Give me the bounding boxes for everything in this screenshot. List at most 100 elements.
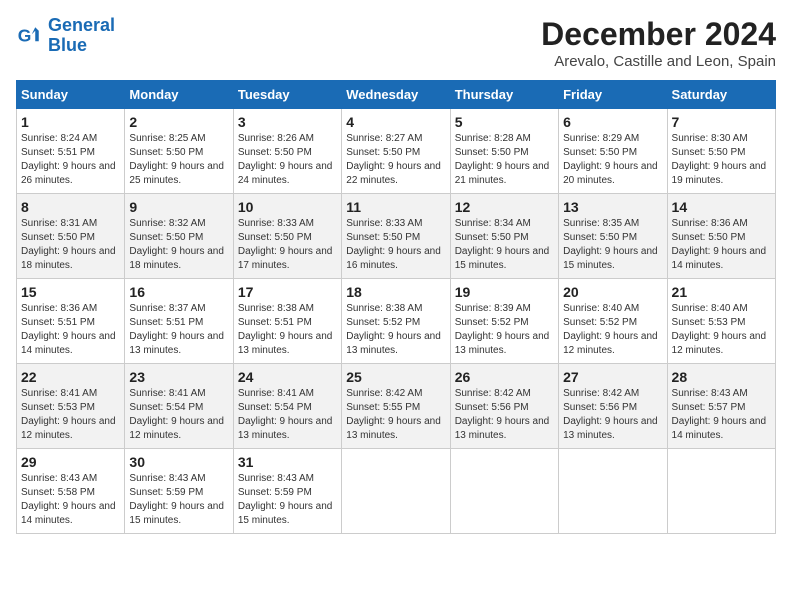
day-info: Sunrise: 8:32 AM Sunset: 5:50 PM Dayligh…	[129, 217, 228, 273]
calendar-cell: 17 Sunrise: 8:38 AM Sunset: 5:51 PM Dayli…	[233, 279, 341, 364]
day-info: Sunrise: 8:33 AM Sunset: 5:50 PM Dayligh…	[238, 217, 337, 273]
calendar-cell: 6 Sunrise: 8:29 AM Sunset: 5:50 PM Daylig…	[559, 109, 667, 194]
calendar-cell: 13Sunrise: 8:35 AM Sunset: 5:50 PM Dayli…	[559, 194, 667, 279]
day-info: Sunrise: 8:30 AM Sunset: 5:50 PM Dayligh…	[672, 132, 771, 188]
calendar-cell: 8 Sunrise: 8:31 AM Sunset: 5:50 PM Daylig…	[17, 194, 125, 279]
day-number: 4	[346, 114, 445, 130]
calendar-cell: 26 Sunrise: 8:42 AM Sunset: 5:56 PM Dayli…	[450, 364, 558, 449]
day-number: 17	[238, 284, 337, 300]
day-number: 29	[21, 454, 120, 470]
day-info: Sunrise: 8:31 AM Sunset: 5:50 PM Dayligh…	[21, 217, 120, 273]
day-info: Sunrise: 8:25 AM Sunset: 5:50 PM Dayligh…	[129, 132, 228, 188]
page-header: G General Blue December 2024 Arevalo, Ca…	[16, 16, 776, 70]
calendar-cell: 23Sunrise: 8:41 AM Sunset: 5:54 PM Dayli…	[125, 364, 233, 449]
logo-text: General Blue	[48, 16, 115, 56]
day-info: Sunrise: 8:43 AM Sunset: 5:57 PM Dayligh…	[672, 387, 771, 443]
day-number: 13	[563, 199, 662, 215]
calendar-week-row: 8 Sunrise: 8:31 AM Sunset: 5:50 PM Daylig…	[17, 194, 776, 279]
day-number: 2	[129, 114, 228, 130]
col-header-sunday: Sunday	[17, 81, 125, 109]
day-number: 27	[563, 369, 662, 385]
calendar-cell: 1Sunrise: 8:24 AM Sunset: 5:51 PM Daylig…	[17, 109, 125, 194]
calendar-cell: 18Sunrise: 8:38 AM Sunset: 5:52 PM Dayli…	[342, 279, 450, 364]
calendar-week-row: 29 Sunrise: 8:43 AM Sunset: 5:58 PM Dayli…	[17, 449, 776, 534]
calendar-cell: 2 Sunrise: 8:25 AM Sunset: 5:50 PM Daylig…	[125, 109, 233, 194]
calendar-cell: 5 Sunrise: 8:28 AM Sunset: 5:50 PM Daylig…	[450, 109, 558, 194]
day-info: Sunrise: 8:42 AM Sunset: 5:55 PM Dayligh…	[346, 387, 445, 443]
day-number: 31	[238, 454, 337, 470]
day-number: 23	[129, 369, 228, 385]
calendar-cell: 20 Sunrise: 8:40 AM Sunset: 5:52 PM Dayli…	[559, 279, 667, 364]
calendar-cell: 28Sunrise: 8:43 AM Sunset: 5:57 PM Dayli…	[667, 364, 775, 449]
day-info: Sunrise: 8:43 AM Sunset: 5:58 PM Dayligh…	[21, 472, 120, 528]
day-number: 16	[129, 284, 228, 300]
day-info: Sunrise: 8:29 AM Sunset: 5:50 PM Dayligh…	[563, 132, 662, 188]
day-info: Sunrise: 8:39 AM Sunset: 5:52 PM Dayligh…	[455, 302, 554, 358]
logo-icon: G	[16, 22, 44, 50]
col-header-wednesday: Wednesday	[342, 81, 450, 109]
day-info: Sunrise: 8:26 AM Sunset: 5:50 PM Dayligh…	[238, 132, 337, 188]
day-info: Sunrise: 8:33 AM Sunset: 5:50 PM Dayligh…	[346, 217, 445, 273]
day-info: Sunrise: 8:34 AM Sunset: 5:50 PM Dayligh…	[455, 217, 554, 273]
day-number: 26	[455, 369, 554, 385]
calendar-cell: 21Sunrise: 8:40 AM Sunset: 5:53 PM Dayli…	[667, 279, 775, 364]
day-info: Sunrise: 8:38 AM Sunset: 5:51 PM Dayligh…	[238, 302, 337, 358]
calendar-header-row: SundayMondayTuesdayWednesdayThursdayFrid…	[17, 81, 776, 109]
calendar-cell: 22 Sunrise: 8:41 AM Sunset: 5:53 PM Dayli…	[17, 364, 125, 449]
day-number: 25	[346, 369, 445, 385]
calendar-cell: 12 Sunrise: 8:34 AM Sunset: 5:50 PM Dayli…	[450, 194, 558, 279]
day-number: 8	[21, 199, 120, 215]
col-header-friday: Friday	[559, 81, 667, 109]
day-number: 15	[21, 284, 120, 300]
calendar-cell: 30 Sunrise: 8:43 AM Sunset: 5:59 PM Dayli…	[125, 449, 233, 534]
day-info: Sunrise: 8:36 AM Sunset: 5:51 PM Dayligh…	[21, 302, 120, 358]
day-number: 30	[129, 454, 228, 470]
day-number: 1	[21, 114, 120, 130]
day-number: 11	[346, 199, 445, 215]
day-number: 6	[563, 114, 662, 130]
day-info: Sunrise: 8:42 AM Sunset: 5:56 PM Dayligh…	[563, 387, 662, 443]
day-info: Sunrise: 8:41 AM Sunset: 5:53 PM Dayligh…	[21, 387, 120, 443]
title-block: December 2024 Arevalo, Castille and Leon…	[541, 16, 776, 70]
day-number: 10	[238, 199, 337, 215]
calendar-week-row: 1Sunrise: 8:24 AM Sunset: 5:51 PM Daylig…	[17, 109, 776, 194]
calendar-cell: 10 Sunrise: 8:33 AM Sunset: 5:50 PM Dayli…	[233, 194, 341, 279]
calendar-cell: 4Sunrise: 8:27 AM Sunset: 5:50 PM Daylig…	[342, 109, 450, 194]
subtitle: Arevalo, Castille and Leon, Spain	[541, 53, 776, 70]
col-header-monday: Monday	[125, 81, 233, 109]
calendar-cell: 15 Sunrise: 8:36 AM Sunset: 5:51 PM Dayli…	[17, 279, 125, 364]
main-title: December 2024	[541, 16, 776, 53]
day-number: 22	[21, 369, 120, 385]
calendar-table: SundayMondayTuesdayWednesdayThursdayFrid…	[16, 80, 776, 534]
day-number: 20	[563, 284, 662, 300]
calendar-cell: 31Sunrise: 8:43 AM Sunset: 5:59 PM Dayli…	[233, 449, 341, 534]
calendar-cell	[667, 449, 775, 534]
calendar-cell: 29 Sunrise: 8:43 AM Sunset: 5:58 PM Dayli…	[17, 449, 125, 534]
calendar-cell: 25 Sunrise: 8:42 AM Sunset: 5:55 PM Dayli…	[342, 364, 450, 449]
day-number: 5	[455, 114, 554, 130]
day-number: 7	[672, 114, 771, 130]
calendar-cell: 16Sunrise: 8:37 AM Sunset: 5:51 PM Dayli…	[125, 279, 233, 364]
calendar-cell: 14Sunrise: 8:36 AM Sunset: 5:50 PM Dayli…	[667, 194, 775, 279]
col-header-tuesday: Tuesday	[233, 81, 341, 109]
day-number: 12	[455, 199, 554, 215]
day-number: 24	[238, 369, 337, 385]
day-info: Sunrise: 8:38 AM Sunset: 5:52 PM Dayligh…	[346, 302, 445, 358]
day-number: 9	[129, 199, 228, 215]
logo: G General Blue	[16, 16, 115, 56]
col-header-thursday: Thursday	[450, 81, 558, 109]
calendar-cell: 11 Sunrise: 8:33 AM Sunset: 5:50 PM Dayli…	[342, 194, 450, 279]
day-info: Sunrise: 8:28 AM Sunset: 5:50 PM Dayligh…	[455, 132, 554, 188]
day-number: 19	[455, 284, 554, 300]
svg-text:G: G	[18, 25, 32, 45]
day-number: 14	[672, 199, 771, 215]
day-info: Sunrise: 8:40 AM Sunset: 5:52 PM Dayligh…	[563, 302, 662, 358]
col-header-saturday: Saturday	[667, 81, 775, 109]
calendar-cell: 27 Sunrise: 8:42 AM Sunset: 5:56 PM Dayli…	[559, 364, 667, 449]
calendar-cell	[342, 449, 450, 534]
calendar-cell: 9 Sunrise: 8:32 AM Sunset: 5:50 PM Daylig…	[125, 194, 233, 279]
day-info: Sunrise: 8:42 AM Sunset: 5:56 PM Dayligh…	[455, 387, 554, 443]
calendar-cell	[450, 449, 558, 534]
calendar-week-row: 22 Sunrise: 8:41 AM Sunset: 5:53 PM Dayli…	[17, 364, 776, 449]
day-info: Sunrise: 8:43 AM Sunset: 5:59 PM Dayligh…	[129, 472, 228, 528]
